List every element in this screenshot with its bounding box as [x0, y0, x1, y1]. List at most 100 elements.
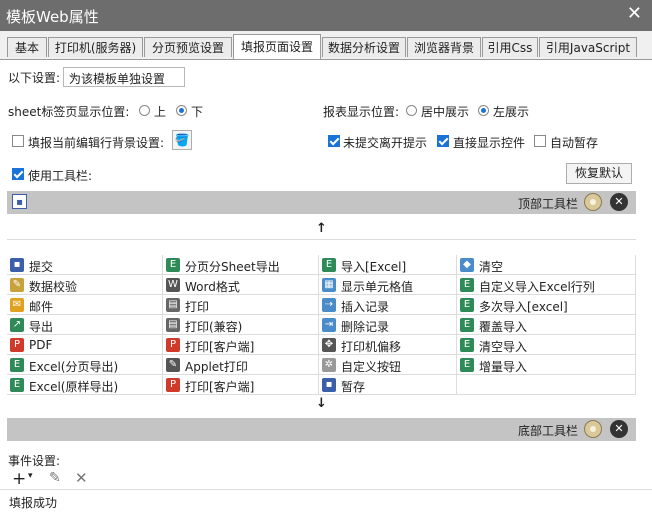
autosave-checkbox[interactable] [534, 135, 546, 147]
toolbar-grid-cell-label: 多次导入[excel] [479, 300, 568, 314]
chevron-down-icon: ⌵ [69, 69, 78, 82]
toolbar-grid-cell[interactable]: E 清空导入 [457, 335, 636, 355]
save-icon: ▪ [322, 378, 336, 392]
unsubmitted-leave-checkbox[interactable] [328, 135, 340, 147]
delete-icon[interactable]: ✕ [75, 469, 88, 487]
edit-icon[interactable]: ✎ [49, 470, 61, 486]
autosave-label: 自动暂存 [550, 136, 599, 150]
save-icon: ▪ [12, 194, 27, 209]
sheet-top-radio[interactable] [139, 105, 150, 116]
pdf-icon: P [166, 338, 180, 352]
toolbar-grid-cell-label: 自定义导入Excel行列 [479, 280, 595, 294]
toolbar-grid-cell[interactable]: E 增量导入 [457, 355, 636, 375]
pdf-icon: P [10, 338, 24, 352]
toolbar-grid-cell[interactable]: ✉ 邮件 [7, 295, 163, 315]
toolbar-grid-cell[interactable]: ✥ 打印机偏移 [319, 335, 457, 355]
move-down-arrow-icon[interactable]: ↓ [316, 396, 327, 411]
insert-icon: ⇢ [322, 298, 336, 312]
restore-default-button[interactable]: 恢复默认 [566, 163, 632, 184]
bottom-toolbar-bar[interactable]: 底部工具栏 ✕ [7, 418, 636, 441]
sheet-bottom-label: 下 [191, 105, 204, 119]
toolbar-grid-cell[interactable]: E Excel(原样导出) [7, 375, 163, 395]
direct-control-label: 直接显示控件 [453, 136, 526, 150]
tab-data-analysis[interactable]: 数据分析设置 [322, 37, 406, 57]
title-bar: 模板Web属性 ✕ [0, 0, 652, 31]
top-toolbar-label: 顶部工具栏 [517, 197, 578, 211]
toolbar-grid-cell [457, 375, 636, 395]
applet-icon: ✎ [166, 358, 180, 372]
bg-setting-checkbox[interactable] [12, 135, 24, 147]
move-up-arrow-icon[interactable]: ↑ [316, 221, 327, 236]
divider [7, 239, 636, 240]
toolbar-grid-cell[interactable]: E Excel(分页导出) [7, 355, 163, 375]
toolbar-grid-cell-label: 显示单元格值 [341, 280, 414, 294]
tab-bar: 基本 打印机(服务器) 分页预览设置 填报页面设置 数据分析设置 浏览器背景 引… [0, 31, 652, 60]
gear-icon[interactable] [584, 420, 602, 438]
toolbar-grid-cell-label: 覆盖导入 [479, 320, 528, 334]
report-left-radio[interactable] [478, 105, 489, 116]
toolbar-grid-cell-label: PDF [29, 338, 53, 352]
toolbar-grid-cell[interactable]: ▤ 打印 [163, 295, 319, 315]
stop-icon[interactable]: ✕ [610, 420, 628, 438]
toolbar-grid-cell[interactable]: ✎ Applet打印 [163, 355, 319, 375]
toolbar-grid-cell[interactable]: ↗ 导出 [7, 315, 163, 335]
toolbar-grid-cell-label: 提交 [29, 260, 54, 274]
gear-icon: ✲ [322, 358, 336, 372]
toolbar-grid-cell[interactable]: ⇥ 删除记录 [319, 315, 457, 335]
bg-setting-label: 填报当前编辑行背景设置: [28, 136, 165, 150]
stop-icon[interactable]: ✕ [610, 193, 628, 211]
delete-row-icon: ⇥ [322, 318, 336, 332]
print-icon: ▤ [166, 298, 180, 312]
tab-browser-bg[interactable]: 浏览器背景 [407, 37, 481, 57]
toolbar-grid-cell[interactable]: E 自定义导入Excel行列 [457, 275, 636, 295]
toolbar-grid-cell[interactable]: P 打印[客户端] [163, 375, 319, 395]
toolbar-grid-cell-label: 打印[客户端] [185, 380, 255, 394]
toolbar-grid-cell-label: 打印 [185, 300, 210, 314]
sheet-bottom-radio[interactable] [176, 105, 187, 116]
toolbar-grid-cell[interactable]: E 多次导入[excel] [457, 295, 636, 315]
save-icon: ▪ [10, 258, 24, 272]
close-icon[interactable]: ✕ [627, 4, 642, 24]
paint-bucket-icon[interactable]: 🪣 [172, 130, 192, 150]
tab-page-preview[interactable]: 分页预览设置 [144, 37, 232, 57]
tab-fill-page[interactable]: 填报页面设置 [233, 34, 321, 59]
toolbar-grid-cell[interactable]: ⇢ 插入记录 [319, 295, 457, 315]
toolbar-grid-cell[interactable]: ✎ 数据校验 [7, 275, 163, 295]
toolbar-grid-cell[interactable]: E 分页分Sheet导出 [163, 255, 319, 275]
excel-icon: E [460, 318, 474, 332]
scope-select[interactable]: 为该模板单独设置 ⌵ [63, 67, 185, 87]
toolbar-grid-cell[interactable]: W Word格式 [163, 275, 319, 295]
chevron-down-icon[interactable]: ▾ [28, 471, 33, 481]
toolbar-grid-cell[interactable]: P 打印[客户端] [163, 335, 319, 355]
excel-icon: E [10, 358, 24, 372]
events-label: 事件设置: [8, 454, 61, 468]
toolbar-grid-cell-label: 分页分Sheet导出 [185, 260, 280, 274]
toolbar-grid-cell[interactable]: E 覆盖导入 [457, 315, 636, 335]
direct-control-checkbox[interactable] [437, 135, 449, 147]
toolbar-grid-cell[interactable]: E 导入[Excel] [319, 255, 457, 275]
tab-javascript[interactable]: 引用JavaScript [539, 37, 637, 57]
toolbar-grid-cell-label: 邮件 [29, 300, 54, 314]
excel-icon: E [460, 278, 474, 292]
toolbar-grid-cell[interactable]: ▦ 显示单元格值 [319, 275, 457, 295]
tab-basic[interactable]: 基本 [7, 37, 47, 57]
add-event-button[interactable]: + [12, 469, 26, 489]
toolbar-grid-cell[interactable]: ✲ 自定义按钮 [319, 355, 457, 375]
gear-icon[interactable] [584, 193, 602, 211]
event-item[interactable]: 填报成功 [9, 494, 57, 511]
bottom-toolbar-label: 底部工具栏 [517, 424, 578, 438]
toolbar-grid-cell[interactable]: ▪ 暂存 [319, 375, 457, 395]
toolbar-grid-cell[interactable]: P PDF [7, 335, 163, 355]
report-center-radio[interactable] [406, 105, 417, 116]
top-toolbar-bar[interactable]: ▪ 顶部工具栏 ✕ [7, 191, 636, 214]
toolbar-grid-cell[interactable]: ◆ 清空 [457, 255, 636, 275]
excel-icon: E [10, 378, 24, 392]
toolbar-grid-cell[interactable]: ▤ 打印(兼容) [163, 315, 319, 335]
toolbar-grid-cell-label: 删除记录 [341, 320, 390, 334]
eraser-icon: ◆ [460, 258, 474, 272]
tab-printer-server[interactable]: 打印机(服务器) [48, 37, 143, 57]
tab-css[interactable]: 引用Css [482, 37, 538, 57]
toolbar-grid-cell-label: 导出 [29, 320, 54, 334]
use-toolbar-checkbox[interactable] [12, 168, 24, 180]
toolbar-grid-cell[interactable]: ▪ 提交 [7, 255, 163, 275]
